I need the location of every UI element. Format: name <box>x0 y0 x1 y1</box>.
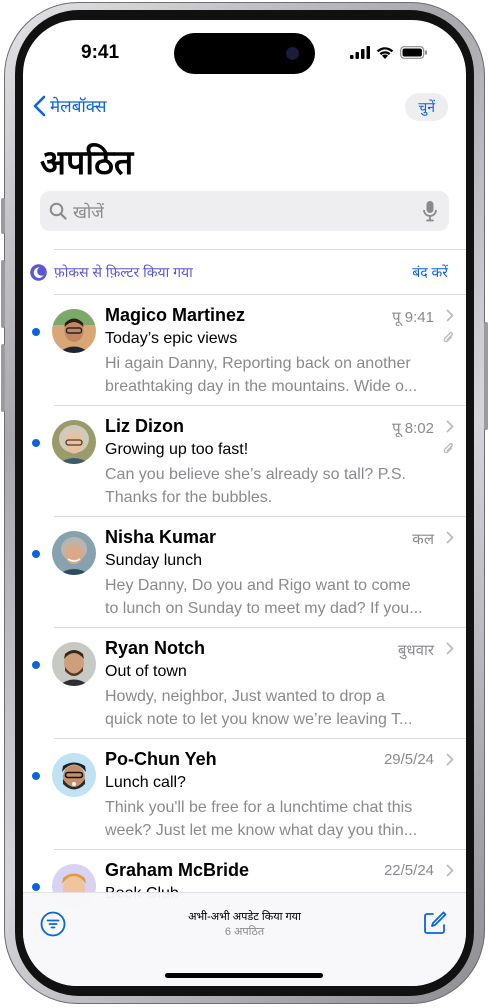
chevron-right-icon <box>446 864 454 877</box>
preview-line: week? Just let me know what day you thin… <box>105 822 418 839</box>
message-preview: Can you believe she’s already so tall? P… <box>105 463 450 509</box>
page-title: अपठित <box>40 144 134 182</box>
message-date: बुधवार <box>397 642 434 659</box>
message-row[interactable]: Magico Martinez पू 9:41 Today’s epic vie… <box>23 295 466 406</box>
action-button <box>1 198 5 234</box>
sender-name: Nisha Kumar <box>105 527 217 547</box>
battery-icon <box>400 46 427 59</box>
sender-name: Graham McBride <box>105 860 250 880</box>
message-row[interactable]: Ryan Notch बुधवार Out of town Howdy, nei… <box>23 628 466 739</box>
search-placeholder: खोजें <box>73 202 104 222</box>
update-status: अभी-अभी अपडेट किया गया <box>188 911 301 923</box>
preview-line: Can you believe she’s already so tall? P… <box>105 466 406 483</box>
preview-line: Hey Danny, Do you and Rigo want to come <box>105 577 411 594</box>
message-subject: Lunch call? <box>105 774 186 791</box>
message-subject: Sunday lunch <box>105 552 202 569</box>
unread-dot <box>32 550 40 558</box>
chevron-right-icon <box>446 642 454 655</box>
signal-icon <box>350 46 370 59</box>
sender-name: Ryan Notch <box>105 638 206 658</box>
camera-icon <box>286 47 299 60</box>
wifi-icon <box>376 47 394 59</box>
status-icons <box>350 46 428 59</box>
back-to-mailboxes[interactable]: मेलबॉक्स <box>33 94 106 117</box>
preview-line: quick note to let you know we’re leaving… <box>105 711 413 728</box>
turn-off-filter-button[interactable]: बंद करें <box>412 263 448 282</box>
volume-down-button <box>1 344 5 412</box>
search-field[interactable]: खोजें <box>40 191 449 231</box>
microphone-icon[interactable] <box>423 200 437 222</box>
paperclip-icon <box>443 443 453 454</box>
preview-line: to lunch on Sunday to meet my dad? If yo… <box>105 600 423 617</box>
back-chevron-icon <box>33 95 46 116</box>
unread-dot <box>32 439 40 447</box>
message-date: 22/5/24 <box>383 862 434 879</box>
message-date: कल <box>412 531 434 548</box>
avatar <box>52 420 96 464</box>
unread-dot <box>32 328 40 336</box>
message-date: पू 9:41 <box>392 309 434 326</box>
message-subject: Today’s epic views <box>105 330 238 347</box>
paperclip-icon <box>443 332 453 343</box>
back-label: मेलबॉक्स <box>50 97 107 116</box>
message-date: 29/5/24 <box>383 751 434 768</box>
select-button[interactable]: चुनें <box>405 93 448 121</box>
unread-dot <box>32 883 40 891</box>
preview-line: Thanks for the bubbles. <box>105 489 273 506</box>
home-indicator <box>165 973 323 978</box>
status-time: 9:41 <box>81 42 120 63</box>
message-row[interactable]: Nisha Kumar कल Sunday lunch Hey Danny, D… <box>23 517 466 628</box>
preview-line: breathtaking day in the mountains. Wide … <box>105 378 418 395</box>
unread-dot <box>32 772 40 780</box>
bottom-toolbar: अभी-अभी अपडेट किया गया 6 अपठित <box>23 892 466 986</box>
unread-count: 6 अपठित <box>224 926 265 938</box>
side-button <box>484 322 488 430</box>
avatar <box>52 531 96 575</box>
chevron-right-icon <box>446 753 454 766</box>
avatar <box>52 753 96 797</box>
preview-line: Hi again Danny, Reporting back on anothe… <box>105 355 411 372</box>
message-preview: Hey Danny, Do you and Rigo want to come … <box>105 574 450 620</box>
sender-name: Po-Chun Yeh <box>105 749 217 769</box>
message-subject: Out of town <box>105 663 187 680</box>
moon-icon <box>30 264 47 281</box>
focus-filter-label: फ़ोकस से फ़िल्टर किया गया <box>54 264 193 280</box>
avatar <box>52 309 96 353</box>
message-preview: Howdy, neighbor, Just wanted to drop a q… <box>105 685 450 731</box>
preview-line: Think you'll be free for a lunchtime cha… <box>105 799 413 816</box>
message-row[interactable]: Liz Dizon पू 8:02 Growing up too fast! C… <box>23 406 466 517</box>
sender-name: Liz Dizon <box>105 416 184 436</box>
message-preview: Hi again Danny, Reporting back on anothe… <box>105 352 450 398</box>
chevron-right-icon <box>446 531 454 544</box>
screen: 9:41 मेलबॉक्स चुनें अपठित खोजें फ़ोकस से… <box>23 20 466 986</box>
divider <box>54 249 466 250</box>
preview-line: Howdy, neighbor, Just wanted to drop a <box>105 688 385 705</box>
focus-filter-row: फ़ोकस से फ़िल्टर किया गया बंद करें <box>23 253 466 293</box>
sender-name: Magico Martinez <box>105 305 246 325</box>
compose-icon[interactable] <box>422 910 448 936</box>
chevron-right-icon <box>446 420 454 433</box>
unread-dot <box>32 661 40 669</box>
volume-up-button <box>1 260 5 328</box>
dynamic-island <box>174 33 315 74</box>
chevron-right-icon <box>446 309 454 322</box>
avatar <box>52 642 96 686</box>
message-subject: Growing up too fast! <box>105 441 249 458</box>
search-icon <box>49 202 67 220</box>
message-row[interactable]: Po-Chun Yeh 29/5/24 Lunch call? Think yo… <box>23 739 466 850</box>
message-date: पू 8:02 <box>392 420 434 437</box>
message-preview: Think you'll be free for a lunchtime cha… <box>105 796 450 842</box>
